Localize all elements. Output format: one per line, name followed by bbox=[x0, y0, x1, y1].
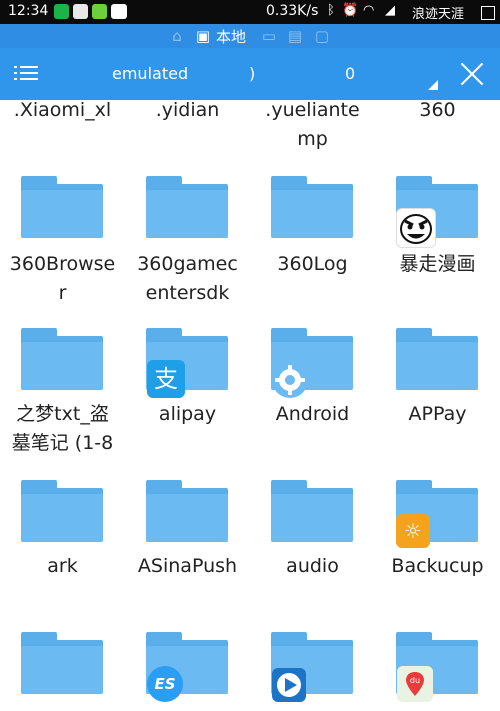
wifi-icon: ◠ bbox=[363, 3, 375, 18]
folder-name: .yueliante mp bbox=[265, 100, 360, 150]
settings-gear-icon bbox=[272, 362, 308, 398]
notification-news-icon bbox=[111, 4, 127, 19]
item-count: 0 bbox=[345, 64, 356, 83]
folder-icon bbox=[271, 176, 353, 238]
folder-item[interactable] bbox=[250, 632, 375, 711]
folder-item[interactable]: Android bbox=[250, 328, 375, 468]
folder-item[interactable]: 360 bbox=[375, 100, 500, 156]
video-player-icon bbox=[272, 668, 306, 702]
folder-name: ark bbox=[47, 555, 78, 577]
folder-item[interactable]: ark bbox=[0, 480, 125, 620]
folder-name: 360gamec entersdk bbox=[137, 253, 238, 304]
folder-item[interactable]: APPay bbox=[375, 328, 500, 468]
path-suffix: ) bbox=[249, 64, 256, 83]
map-app-icon: du bbox=[397, 666, 433, 702]
notification-app-icon bbox=[54, 4, 69, 19]
folder-item[interactable]: .Xiaomi_xl bbox=[0, 100, 125, 156]
alipay-app-icon: 支 bbox=[147, 360, 185, 398]
folder-name: 360Log bbox=[277, 253, 348, 275]
folder-item[interactable]: du bbox=[375, 632, 500, 711]
folder-item[interactable]: ASinaPush bbox=[125, 480, 250, 620]
folder-name: alipay bbox=[158, 403, 217, 425]
folder-icon bbox=[21, 480, 103, 542]
network-speed: 0.33K/s bbox=[266, 3, 319, 19]
location-bar: ⌂ ▣ 本地 ▭ ▤ ▢ bbox=[0, 24, 500, 48]
folder-item[interactable]: ES bbox=[125, 632, 250, 711]
folder-name: 暴走漫画 bbox=[399, 253, 476, 275]
status-time: 12:34 bbox=[8, 3, 49, 19]
folder-name: ASinaPush bbox=[137, 555, 238, 577]
folder-item[interactable]: 360Log bbox=[250, 176, 375, 316]
folder-icon bbox=[271, 480, 353, 542]
close-icon[interactable] bbox=[459, 61, 485, 87]
toolbar: emulated ) 0 bbox=[0, 48, 500, 100]
rage-face-app-icon bbox=[396, 208, 436, 248]
folder-name: Android bbox=[275, 403, 350, 425]
folder-icon bbox=[21, 328, 103, 390]
folder-item[interactable]: ☼ Backucup bbox=[375, 480, 500, 620]
folder-item[interactable]: 支 alipay bbox=[125, 328, 250, 468]
local-storage-icon[interactable]: ▣ bbox=[194, 27, 212, 45]
folder-item[interactable]: 之梦txt_盗 墓笔记 (1-8 bbox=[0, 328, 125, 468]
menu-icon[interactable] bbox=[14, 62, 38, 84]
remote-icon[interactable]: ▢ bbox=[313, 27, 331, 45]
file-grid: .Xiaomi_xl .yidian .yueliante mp 360 360… bbox=[0, 100, 500, 711]
signal-icon: ◢ bbox=[385, 3, 395, 18]
folder-item[interactable]: 360gamec entersdk bbox=[125, 176, 250, 316]
folder-item[interactable] bbox=[0, 632, 125, 711]
folder-name: 360 bbox=[419, 100, 456, 121]
folder-item[interactable]: 暴走漫画 bbox=[375, 176, 500, 316]
folder-name: audio bbox=[286, 555, 339, 577]
current-path[interactable]: emulated bbox=[112, 64, 188, 83]
folder-icon bbox=[21, 632, 103, 694]
folder-item[interactable]: 360Browse r bbox=[0, 176, 125, 316]
network-icon[interactable]: ▭ bbox=[260, 27, 278, 45]
folder-name: 360Browse r bbox=[9, 253, 116, 304]
notification-tray-icon bbox=[92, 4, 107, 19]
folder-icon bbox=[146, 480, 228, 542]
notification-play-icon bbox=[73, 4, 88, 19]
carrier-name: 浪迹天涯 bbox=[412, 7, 465, 22]
bluetooth-icon: ᛒ bbox=[327, 3, 335, 18]
home-icon[interactable]: ⌂ bbox=[168, 27, 186, 45]
folder-item[interactable]: .yueliante mp bbox=[250, 100, 375, 156]
battery-icon bbox=[481, 6, 495, 20]
map-du-text: du bbox=[410, 676, 420, 685]
folder-name: .yidian bbox=[155, 100, 220, 121]
folder-item[interactable]: .yidian bbox=[125, 100, 250, 156]
folder-item[interactable]: audio bbox=[250, 480, 375, 620]
folder-name: APPay bbox=[408, 403, 467, 425]
printer-icon[interactable]: ▤ bbox=[286, 27, 304, 45]
dropdown-icon[interactable] bbox=[428, 80, 438, 90]
folder-name: Backucup bbox=[391, 555, 484, 577]
folder-name: .Xiaomi_xl bbox=[13, 100, 112, 121]
alarm-icon: ⏰ bbox=[342, 3, 359, 18]
local-storage-label[interactable]: 本地 bbox=[216, 26, 246, 47]
folder-name: 之梦txt_盗 墓笔记 (1-8 bbox=[11, 403, 114, 454]
uc-app-icon: ☼ bbox=[396, 514, 430, 548]
status-bar: 12:34 0.33K/s ᛒ ⏰ ◠ ◢ 浪迹天涯 bbox=[0, 0, 500, 24]
folder-icon bbox=[396, 328, 478, 390]
es-explorer-icon: ES bbox=[147, 666, 183, 702]
folder-icon bbox=[21, 176, 103, 238]
folder-icon bbox=[146, 176, 228, 238]
